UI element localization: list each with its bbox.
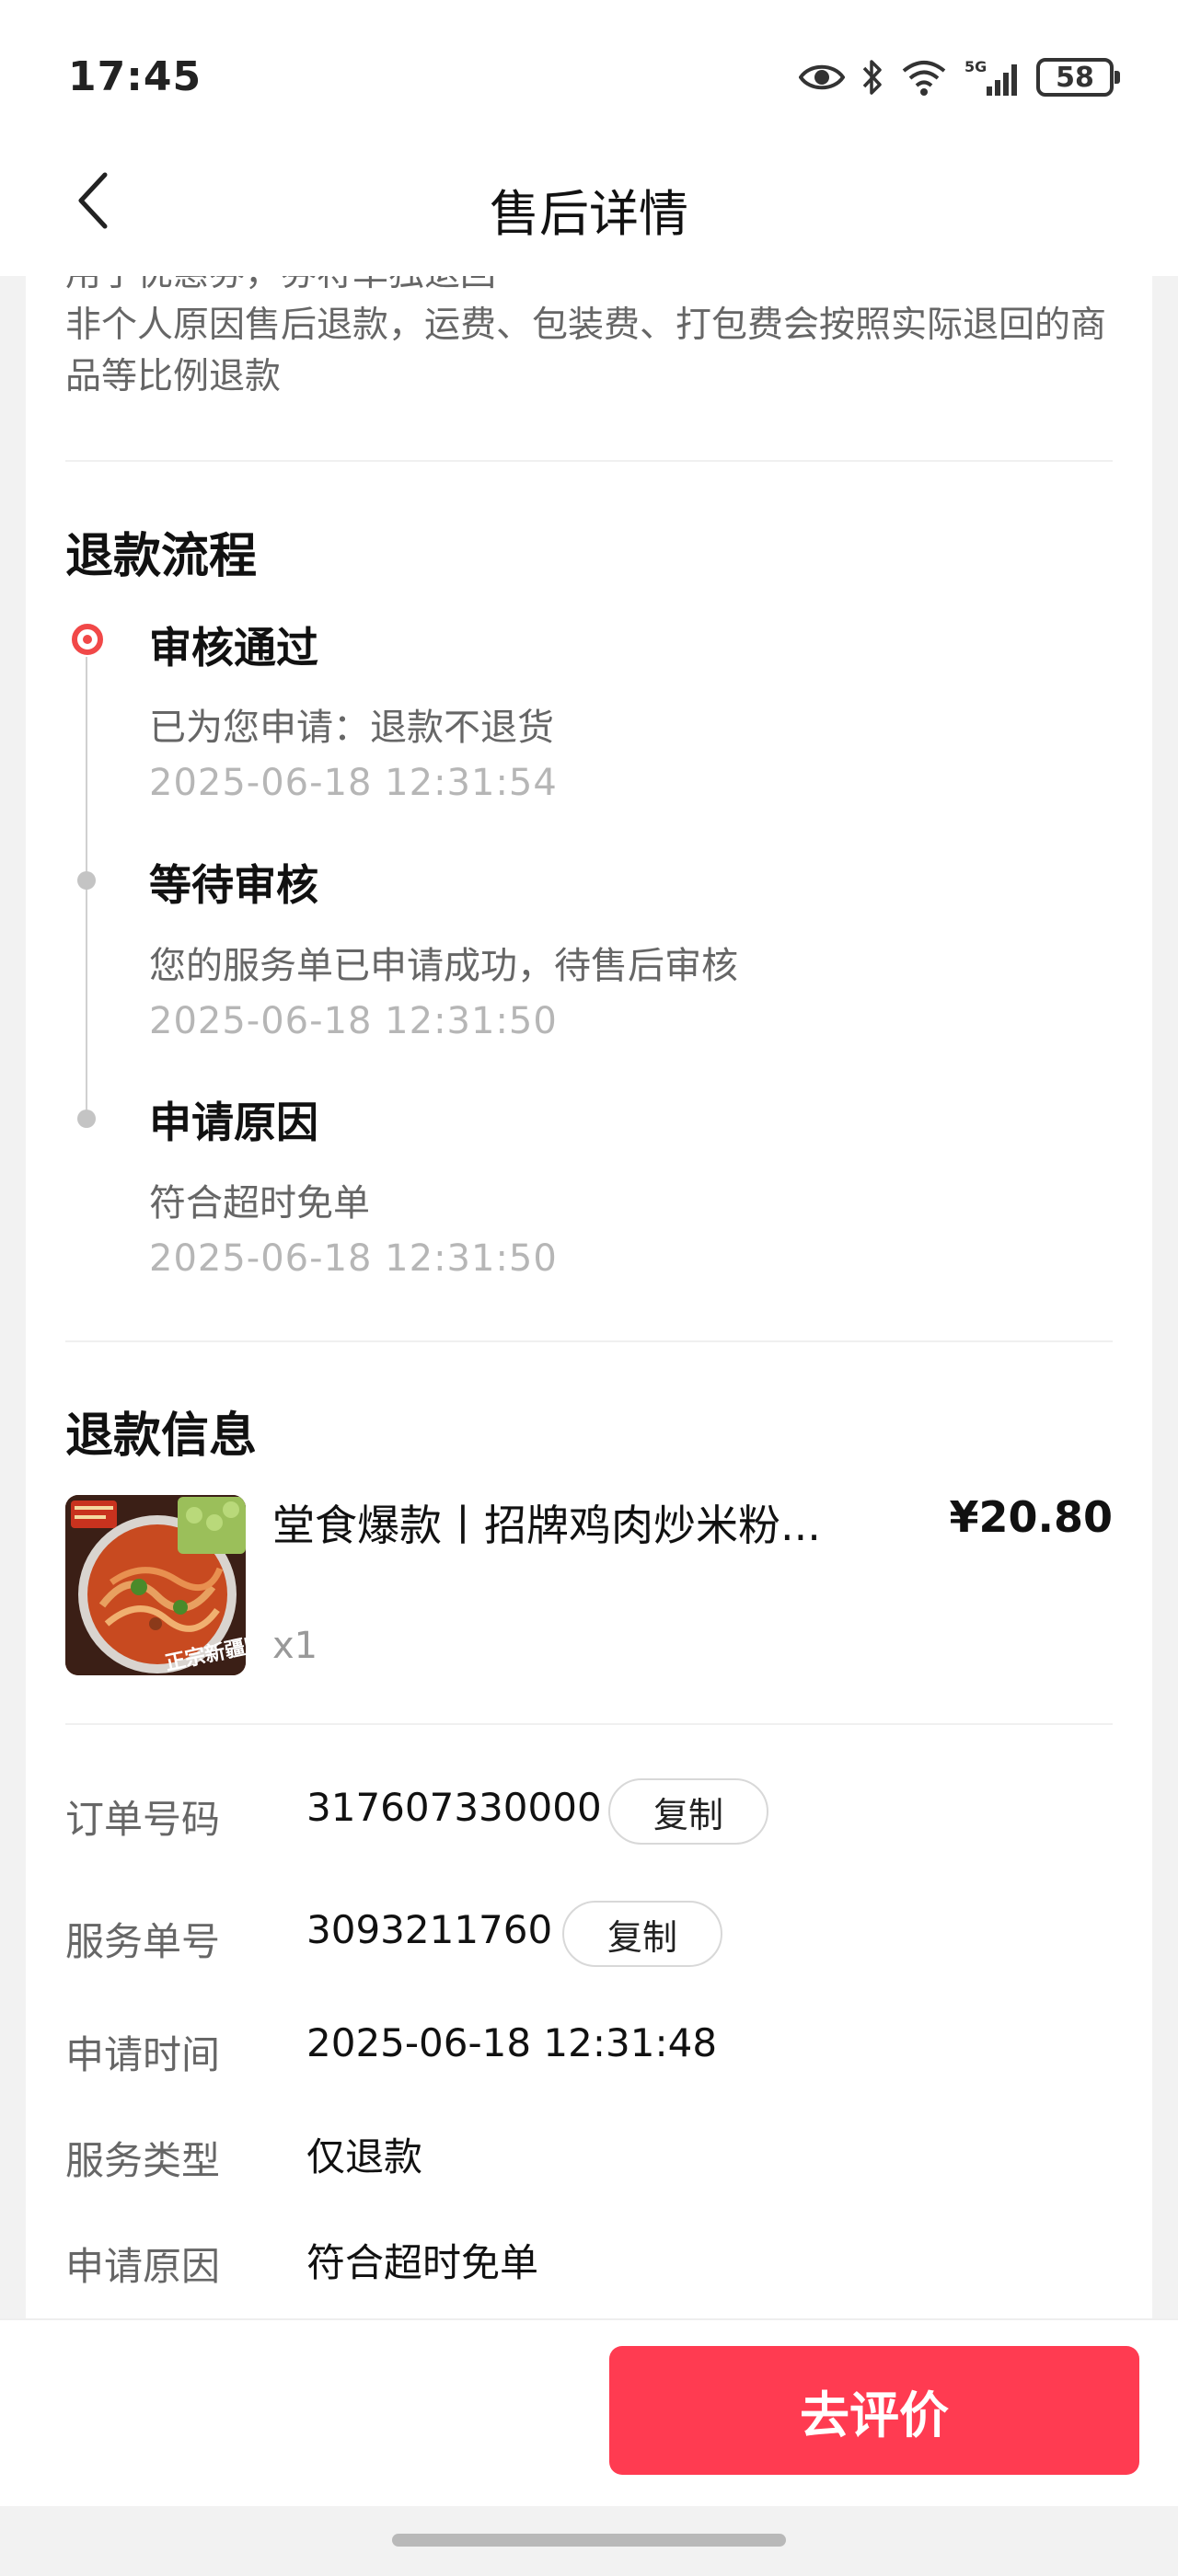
refund-info-title: 退款信息 — [65, 1409, 258, 1464]
eye-icon — [799, 62, 845, 93]
battery-icon: 58 — [1036, 58, 1120, 97]
divider — [65, 1723, 1113, 1725]
bluetooth-icon — [861, 58, 884, 97]
step-title: 申请原因 — [149, 1098, 318, 1147]
step-desc: 您的服务单已申请成功，待售后审核 — [149, 945, 738, 987]
step-desc: 已为您申请：退款不退货 — [149, 707, 554, 749]
divider — [65, 1340, 1113, 1342]
signal-5g-icon: 5G — [964, 57, 1020, 98]
info-label: 服务类型 — [65, 2138, 221, 2183]
info-label: 申请时间 — [65, 2032, 221, 2077]
notice-line-shipping: 非个人原因售后退款，运费、包装费、打包费会按照实际退回的商品等比例退款 — [65, 305, 1107, 397]
refund-notice: 用了优惠券，券将单独退回 非个人原因售后退款，运费、包装费、打包费会按照实际退回… — [65, 276, 1124, 403]
wifi-icon — [900, 58, 948, 97]
status-bar: 17:45 5G 58 — [0, 0, 1178, 156]
timeline-dot-active — [72, 624, 103, 655]
product-name[interactable]: 堂食爆款丨招牌鸡肉炒米粉... — [272, 1492, 821, 1553]
service-type-value: 仅退款 — [306, 2134, 423, 2179]
status-icons: 5G 58 — [799, 52, 1120, 103]
info-label: 订单号码 — [65, 1797, 221, 1842]
status-time: 17:45 — [68, 53, 202, 100]
timeline-dot — [77, 1110, 96, 1128]
order-number-value: 317607330000 — [306, 1785, 602, 1830]
divider — [65, 460, 1113, 462]
copy-service-number-button[interactable]: 复制 — [562, 1901, 722, 1967]
product-quantity: x1 — [272, 1625, 318, 1667]
copy-order-number-button[interactable]: 复制 — [608, 1778, 768, 1845]
notice-line-coupon: 用了优惠券，券将单独退回 — [65, 276, 1124, 300]
timeline-dot — [77, 871, 96, 890]
refund-flow-title: 退款流程 — [65, 529, 258, 584]
service-number-value: 3093211760 — [306, 1907, 553, 1952]
after-sale-card: 用了优惠券，券将单独退回 非个人原因售后退款，运费、包装费、打包费会按照实际退回… — [26, 276, 1152, 2318]
page-title: 售后详情 — [490, 185, 688, 243]
step-time: 2025-06-18 12:31:50 — [149, 1237, 558, 1280]
nav-bar: 售后详情 — [0, 156, 1178, 276]
home-indicator[interactable] — [392, 2534, 786, 2547]
step-time: 2025-06-18 12:31:54 — [149, 762, 558, 804]
apply-reason-value: 符合超时免单 — [306, 2240, 539, 2285]
step-title: 等待审核 — [149, 860, 318, 910]
step-desc: 符合超时免单 — [149, 1182, 370, 1225]
step-time: 2025-06-18 12:31:50 — [149, 1000, 558, 1042]
bottom-action-bar: 去评价 — [0, 2318, 1178, 2506]
review-button[interactable]: 去评价 — [609, 2346, 1139, 2475]
gesture-area — [0, 2506, 1178, 2576]
product-price: ¥20.80 — [949, 1492, 1113, 1542]
svg-text:5G: 5G — [964, 58, 987, 75]
step-title: 审核通过 — [149, 623, 318, 673]
info-label: 服务单号 — [65, 1919, 221, 1964]
timeline-line — [86, 657, 87, 1126]
info-label: 申请原因 — [65, 2244, 221, 2289]
product-image[interactable]: 正宗新疆味 — [65, 1495, 246, 1675]
apply-time-value: 2025-06-18 12:31:48 — [306, 2020, 718, 2065]
